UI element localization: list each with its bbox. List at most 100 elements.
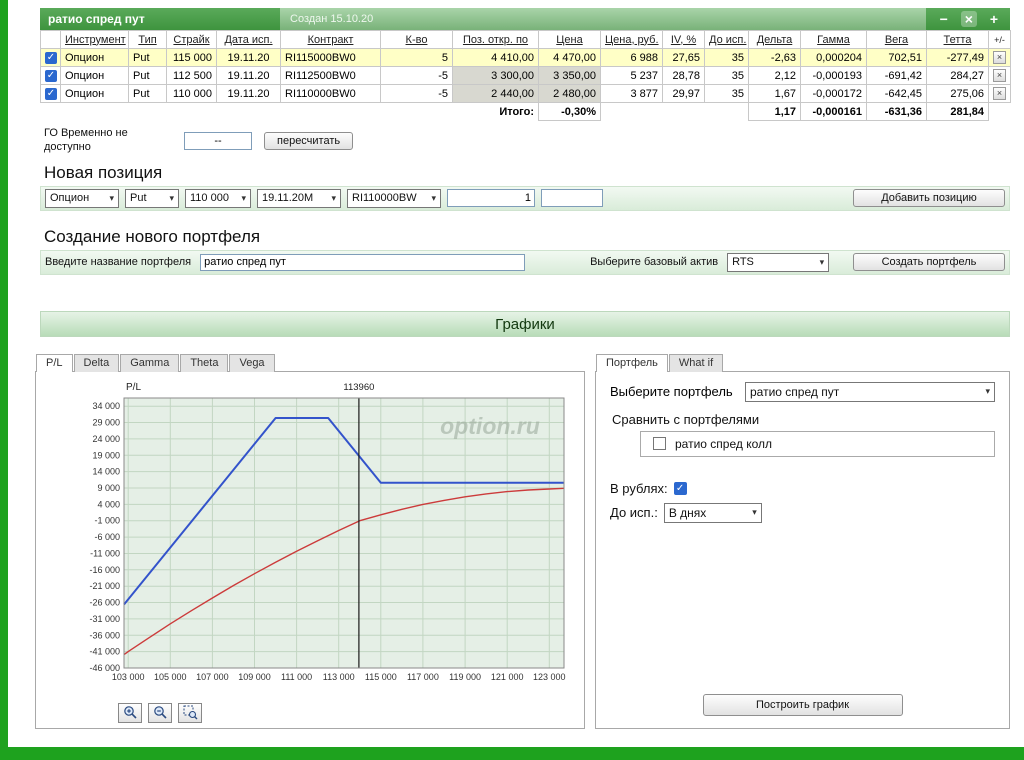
select-all-column <box>40 30 61 49</box>
instrument-select-value: Опцион <box>50 192 90 204</box>
zoom-in-button[interactable] <box>118 702 142 723</box>
y-tick-label: 9 000 <box>97 483 120 493</box>
y-tick-label: -16 000 <box>89 564 120 574</box>
base-asset-label: Выберите базовый актив <box>590 256 719 268</box>
compare-checkbox[interactable] <box>653 437 666 450</box>
charts-section-header: Графики <box>40 310 1010 337</box>
cell-price: 4 470,00 <box>538 48 601 67</box>
price-input[interactable] <box>541 189 603 207</box>
cell-strike: 115 000 <box>166 48 217 67</box>
cell-instrument: Опцион <box>60 66 129 85</box>
create-portfolio-button[interactable]: Создать портфель <box>853 253 1005 271</box>
chevron-down-icon: ▾ <box>169 192 174 203</box>
axis-title: P/L <box>126 382 141 393</box>
col-header-gamma[interactable]: Гамма <box>800 30 867 49</box>
add-position-button[interactable]: Добавить позицию <box>853 189 1005 207</box>
col-header-plusminus: +/- <box>988 30 1011 49</box>
col-header-delta[interactable]: Дельта <box>748 30 801 49</box>
cell-contract: RI115000BW0 <box>280 48 381 67</box>
quantity-input[interactable] <box>447 189 535 207</box>
portfolio-select[interactable]: ратио спред пут ▾ <box>745 381 995 402</box>
cell-contract: RI112500BW0 <box>280 66 381 85</box>
totals-theta: 281,84 <box>926 102 989 121</box>
cell-theta: 284,27 <box>926 66 989 85</box>
cell-gamma: -0,000172 <box>800 84 867 103</box>
go-value-input[interactable] <box>184 131 252 150</box>
zoom-out-button[interactable] <box>148 702 172 723</box>
recalculate-button[interactable]: пересчитать <box>264 131 354 150</box>
add-icon[interactable]: + <box>990 11 998 27</box>
rubles-checkbox[interactable]: ✓ <box>673 481 687 495</box>
x-tick-label: 103 000 <box>112 672 145 682</box>
x-tick-label: 113 000 <box>323 672 355 682</box>
col-header-days[interactable]: До исп. <box>704 30 749 49</box>
x-tick-label: 107 000 <box>196 672 229 682</box>
minimize-icon[interactable]: − <box>940 11 948 27</box>
pl-chart-svg: option.ru 113960 34 000 29 000 24 000 19 000 1… <box>89 382 565 682</box>
portfolio-window: ратио спред пут Создан 15.10.20 − × + Ин… <box>40 8 1011 121</box>
tab-pl[interactable]: P/L <box>36 353 73 372</box>
cell-iv: 29,97 <box>662 84 705 103</box>
close-icon[interactable]: × <box>960 11 977 27</box>
strike-select[interactable]: 110 000 ▾ <box>185 188 251 208</box>
chevron-down-icon: ▾ <box>109 192 114 203</box>
delete-row-button[interactable]: × <box>993 87 1006 100</box>
tab-what-if[interactable]: What if <box>668 353 724 372</box>
y-tick-label: -1 000 <box>94 515 120 525</box>
compare-label: Сравнить с портфелями <box>612 411 760 427</box>
totals-delta: 1,17 <box>748 102 801 121</box>
type-select-value: Put <box>130 192 147 204</box>
row-checkbox[interactable]: ✓ <box>45 87 57 100</box>
x-tick-label: 111 000 <box>281 672 312 682</box>
cell-qty: -5 <box>380 84 453 103</box>
portfolio-window-header: ратио спред пут Создан 15.10.20 − × + <box>40 8 1010 30</box>
tab-delta[interactable]: Delta <box>73 353 120 372</box>
contract-select[interactable]: RI110000BW ▾ <box>347 188 441 208</box>
cell-qty: 5 <box>380 48 453 67</box>
col-header-theta[interactable]: Тетта <box>926 30 989 49</box>
col-header-vega[interactable]: Вега <box>866 30 927 49</box>
col-header-price-rub[interactable]: Цена, руб. <box>600 30 663 49</box>
cell-iv: 27,65 <box>662 48 705 67</box>
cell-contract: RI110000BW0 <box>280 84 381 103</box>
base-asset-select[interactable]: RTS ▾ <box>727 252 830 272</box>
x-tick-label: 119 000 <box>449 672 481 682</box>
tab-theta[interactable]: Theta <box>180 353 229 372</box>
window-controls: − × + <box>926 8 1010 30</box>
chevron-down-icon: ▾ <box>331 192 336 203</box>
col-header-open[interactable]: Поз. откр. по <box>452 30 539 49</box>
create-portfolio-row: Введите название портфеля Выберите базов… <box>40 249 1010 275</box>
col-header-iv[interactable]: IV, % <box>662 30 705 49</box>
col-header-contract[interactable]: Контракт <box>280 30 381 49</box>
cell-open: 2 440,00 <box>452 84 539 103</box>
col-header-price[interactable]: Цена <box>538 30 601 49</box>
portfolio-name-input[interactable] <box>200 253 526 271</box>
x-tick-label: 109 000 <box>238 672 271 682</box>
days-select[interactable]: В днях ▾ <box>663 502 762 523</box>
col-header-expiry[interactable]: Дата исп. <box>216 30 281 49</box>
tab-gamma[interactable]: Gamma <box>120 353 180 372</box>
col-header-type[interactable]: Тип <box>128 30 167 49</box>
y-tick-label: 14 000 <box>92 466 120 476</box>
delete-row-button[interactable]: × <box>993 69 1006 82</box>
totals-gamma: -0,000161 <box>800 102 867 121</box>
zoom-area-button[interactable] <box>178 702 202 723</box>
col-header-qty[interactable]: К-во <box>380 30 453 49</box>
tab-portfolio[interactable]: Портфель <box>596 353 668 372</box>
expiry-select[interactable]: 19.11.20M ▾ <box>257 188 341 208</box>
col-header-instrument[interactable]: Инструмент <box>60 30 129 49</box>
row-checkbox[interactable]: ✓ <box>45 69 57 82</box>
tab-vega[interactable]: Vega <box>229 353 275 372</box>
col-header-strike[interactable]: Страйк <box>166 30 217 49</box>
totals-label: Итого: <box>452 102 539 121</box>
portfolio-title: ратио спред пут <box>48 12 145 26</box>
x-tick-label: 105 000 <box>154 672 187 682</box>
delete-row-button[interactable]: × <box>993 51 1006 64</box>
cell-theta: 275,06 <box>926 84 989 103</box>
type-select[interactable]: Put ▾ <box>125 188 179 208</box>
build-chart-button[interactable]: Построить график <box>702 693 903 716</box>
totals-vega: -631,36 <box>866 102 927 121</box>
instrument-select[interactable]: Опцион ▾ <box>45 188 119 208</box>
totals-row: Итого: -0,30% 1,17 -0,000161 -631,36 281… <box>40 102 1011 121</box>
row-checkbox[interactable]: ✓ <box>45 51 57 64</box>
